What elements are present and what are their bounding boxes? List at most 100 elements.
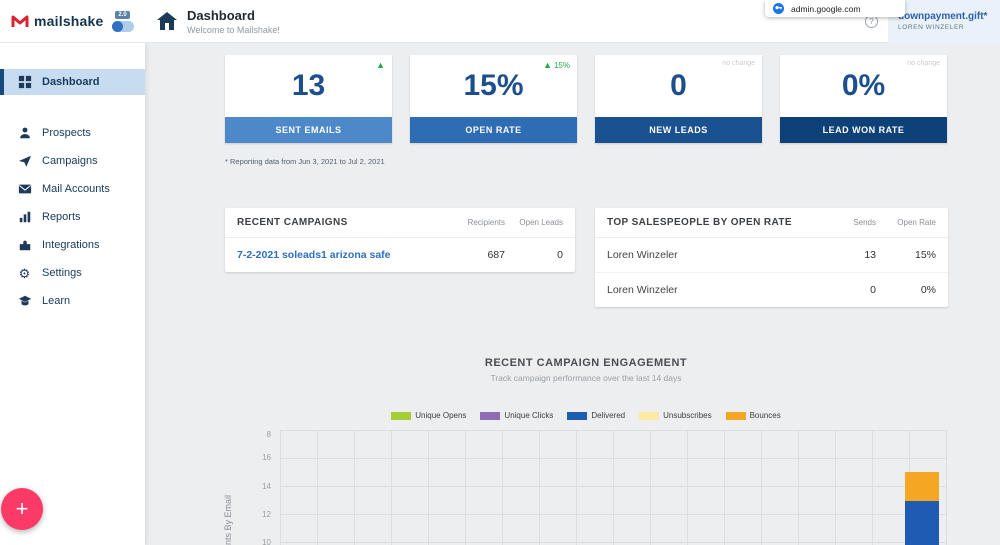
- reporting-note: * Reporting data from Jun 3, 2021 to Jul…: [225, 157, 385, 166]
- table-row: Loren Winzeler 13 15%: [595, 238, 948, 273]
- toggle-knob-icon: [111, 20, 123, 32]
- chart-y-axis-label: Recipients By Email: [223, 494, 233, 545]
- campaign-recipients: 687: [487, 249, 505, 261]
- table-row: Loren Winzeler 0 0%: [595, 273, 948, 307]
- sidebar-item-prospects[interactable]: Prospects: [0, 120, 145, 146]
- campaign-open-leads: 0: [557, 249, 563, 261]
- main-content: 13 ▲ SENT EMAILS 15% ▲ 15% OPEN RATE 0 no…: [145, 43, 1000, 545]
- stat-change-text: no change: [722, 60, 755, 67]
- stat-change-text: 15%: [553, 60, 570, 70]
- dashboard-icon: [17, 75, 32, 90]
- stat-card-sent-emails[interactable]: 13 ▲ SENT EMAILS: [225, 55, 392, 143]
- home-icon: [155, 9, 179, 33]
- google-key-icon: [773, 3, 784, 14]
- column-header-open-rate: Open Rate: [897, 218, 936, 227]
- column-header-open-leads: Open Leads: [519, 218, 563, 227]
- stat-card-open-rate[interactable]: 15% ▲ 15% OPEN RATE: [410, 55, 577, 143]
- mailshake-logo[interactable]: mailshake 2.0: [0, 10, 145, 32]
- sidebar-item-label: Prospects: [42, 127, 91, 139]
- y-tick: 10: [262, 538, 271, 545]
- sidebar-item-mail-accounts[interactable]: Mail Accounts: [0, 176, 145, 202]
- salesperson-name: Loren Winzeler: [607, 284, 678, 296]
- stat-value: 13: [291, 69, 326, 102]
- stat-cards-row: 13 ▲ SENT EMAILS 15% ▲ 15% OPEN RATE 0 no…: [225, 55, 1000, 143]
- legend-swatch: [480, 411, 501, 420]
- bar-chart-icon: [17, 210, 32, 225]
- sidebar-item-label: Integrations: [42, 239, 100, 251]
- sidebar-item-label: Settings: [42, 267, 82, 279]
- salesperson-sends: 13: [864, 249, 876, 261]
- legend-item-bounces[interactable]: Bounces: [725, 411, 781, 420]
- chart-legend: Unique Opens Unique Clicks Delivered Uns…: [225, 411, 947, 420]
- sidebar-item-label: Mail Accounts: [42, 183, 110, 195]
- sidebar-item-dashboard[interactable]: Dashboard: [0, 69, 145, 95]
- page-title: Dashboard: [187, 7, 255, 23]
- stat-value: 0: [670, 69, 687, 102]
- top-salespeople-panel: TOP SALESPEOPLE BY OPEN RATE Sends Open …: [595, 208, 948, 307]
- salesperson-open-rate: 15%: [914, 249, 936, 261]
- sidebar-item-label: Learn: [42, 295, 71, 307]
- paper-plane-icon: [17, 154, 32, 169]
- engagement-chart-section: RECENT CAMPAIGN ENGAGEMENT Track campaig…: [223, 357, 947, 545]
- salesperson-open-rate: 0%: [920, 284, 936, 296]
- chart-bar-bounces: [905, 472, 939, 501]
- stat-card-footer[interactable]: SENT EMAILS: [225, 117, 392, 143]
- autofill-suggestion[interactable]: admin.google.com: [765, 0, 905, 17]
- sidebar-item-label: Campaigns: [42, 155, 98, 167]
- chart-subtitle: Track campaign performance over the last…: [490, 373, 682, 383]
- chart-title: RECENT CAMPAIGN ENGAGEMENT: [484, 357, 688, 369]
- sidebar-item-reports[interactable]: Reports: [0, 204, 145, 230]
- legend-swatch: [639, 411, 660, 420]
- legend-swatch: [391, 411, 412, 420]
- sidebar-item-label: Reports: [42, 211, 81, 223]
- panel-title: TOP SALESPEOPLE BY OPEN RATE: [607, 217, 792, 228]
- chart-plot-area: Recipients By Email 16 14 12 10 8: [223, 430, 947, 545]
- y-tick: 16: [262, 453, 271, 462]
- add-button[interactable]: +: [1, 488, 43, 530]
- y-tick: 12: [262, 510, 271, 519]
- stat-value: 15%: [463, 69, 524, 102]
- autofill-text: admin.google.com: [791, 3, 861, 14]
- envelope-icon: [17, 182, 32, 197]
- stat-card-footer[interactable]: NEW LEADS: [595, 117, 762, 143]
- version-badge: 2.0: [115, 10, 130, 19]
- column-header-recipients: Recipients: [467, 218, 505, 227]
- legend-swatch: [725, 411, 746, 420]
- chart-bar-delivered: [905, 500, 939, 545]
- puzzle-icon: [17, 238, 32, 253]
- y-tick: 8: [266, 430, 271, 439]
- up-arrow-icon: ▲: [376, 60, 385, 70]
- up-arrow-icon: ▲: [543, 60, 552, 70]
- sidebar-item-integrations[interactable]: Integrations: [0, 232, 145, 258]
- sidebar-item-settings[interactable]: ⚙ Settings: [0, 260, 145, 286]
- recent-campaigns-panel: RECENT CAMPAIGNS Recipients Open Leads 7…: [225, 208, 575, 272]
- column-header-sends: Sends: [853, 218, 876, 227]
- stat-change-text: no change: [907, 60, 940, 67]
- brand-name: mailshake: [34, 13, 104, 29]
- stat-card-footer[interactable]: OPEN RATE: [410, 117, 577, 143]
- mailshake-logo-icon: [10, 11, 30, 31]
- campaign-link[interactable]: 7-2-2021 soleads1 arizona safe: [237, 249, 435, 261]
- sidebar-item-label: Dashboard: [42, 76, 100, 88]
- legend-item-unique-clicks[interactable]: Unique Clicks: [480, 411, 553, 420]
- y-tick: 14: [262, 482, 271, 491]
- sidebar-item-campaigns[interactable]: Campaigns: [0, 148, 145, 174]
- legend-swatch: [567, 411, 588, 420]
- stat-card-new-leads[interactable]: 0 no change NEW LEADS: [595, 55, 762, 143]
- legend-item-unsubscribes[interactable]: Unsubscribes: [639, 411, 712, 420]
- salesperson-sends: 0: [870, 284, 876, 296]
- stat-value: 0%: [841, 69, 886, 102]
- graduation-cap-icon: [17, 294, 32, 309]
- person-icon: [17, 126, 32, 141]
- sidebar: Dashboard Prospects Campaigns Mail Accou…: [0, 43, 145, 545]
- legend-item-unique-opens[interactable]: Unique Opens: [391, 411, 466, 420]
- salesperson-name: Loren Winzeler: [607, 249, 678, 261]
- version-toggle[interactable]: [111, 20, 134, 32]
- panel-title: RECENT CAMPAIGNS: [237, 217, 348, 228]
- gear-icon: ⚙: [18, 265, 31, 281]
- stat-card-footer[interactable]: LEAD WON RATE: [780, 117, 947, 143]
- legend-item-delivered[interactable]: Delivered: [567, 411, 625, 420]
- stat-card-lead-won-rate[interactable]: 0% no change LEAD WON RATE: [780, 55, 947, 143]
- sidebar-item-learn[interactable]: Learn: [0, 288, 145, 314]
- account-domain: downpayment.gift*: [898, 11, 988, 22]
